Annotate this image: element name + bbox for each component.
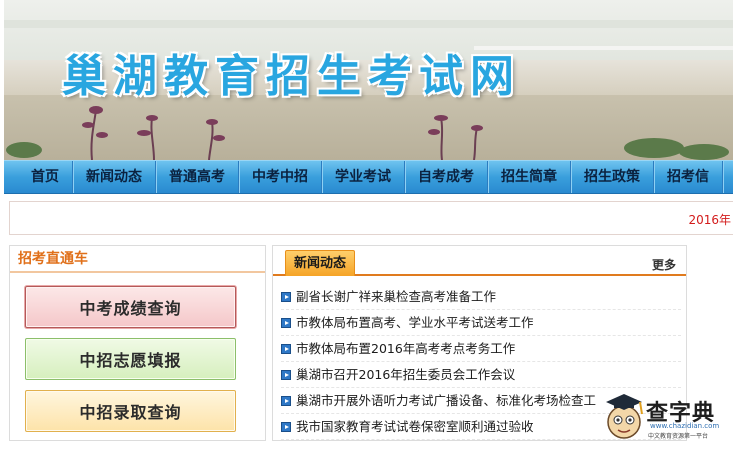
news-item-title[interactable]: 市教体局布置高考、学业水平考试送考工作 (296, 310, 534, 335)
news-more-link[interactable]: 更多 (652, 256, 676, 273)
quick-access-panel: 招考直通车 中考成绩查询 中招志愿填报 中招录取查询 (9, 245, 266, 441)
bullet-icon (281, 317, 291, 328)
notice-marquee: 2016年 (9, 201, 733, 235)
news-header: 新闻动态 更多 (273, 246, 686, 276)
quick-access-title: 招考直通车 (10, 246, 265, 273)
bullet-icon (281, 421, 291, 432)
news-item-title[interactable]: 我市国家教育考试试卷保密室顺利通过验收 (296, 414, 534, 439)
bullet-icon (281, 343, 291, 354)
news-item[interactable]: 巢湖市召开2016年招生委员会工作会议 (281, 362, 681, 388)
admission-query-button[interactable]: 中招录取查询 (25, 390, 236, 432)
score-query-button[interactable]: 中考成绩查询 (25, 286, 236, 328)
news-item[interactable]: 市教体局布置2016年高考考点考务工作 (281, 336, 681, 362)
news-item-title[interactable]: 巢湖市开展外语听力考试广播设备、标准化考场检查工 (296, 388, 596, 413)
nav-item-home[interactable]: 首页 (4, 161, 73, 193)
news-item[interactable]: 市教体局布置高考、学业水平考试送考工作 (281, 310, 681, 336)
nav-item-zhongkao[interactable]: 中考中招 (239, 161, 322, 193)
application-fill-button[interactable]: 中招志愿填报 (25, 338, 236, 380)
bullet-icon (281, 395, 291, 406)
nav-item-gaokao[interactable]: 普通高考 (156, 161, 239, 193)
site-title: 巢湖教育招生考试网 (62, 51, 521, 102)
mascot-icon (606, 394, 643, 439)
news-item-title[interactable]: 市教体局布置2016年高考考点考务工作 (296, 336, 515, 361)
news-tab[interactable]: 新闻动态 (285, 250, 356, 276)
nav-item-exam-info[interactable]: 招考信 (654, 161, 723, 193)
nav-item-self-exam[interactable]: 自考成考 (405, 161, 488, 193)
watermark-logo: 查字典 www.chazidian.com 中文教育资源第一平台 (598, 388, 733, 446)
watermark-url: www.chazidian.com (650, 422, 720, 430)
main-nav: 首页 新闻动态 普通高考 中考中招 学业考试 自考成考 招生简章 招生政策 招考… (4, 160, 733, 194)
watermark-tagline: 中文教育资源第一平台 (648, 433, 709, 440)
bullet-icon (281, 291, 291, 302)
news-item-title[interactable]: 副省长谢广祥来巢检查高考准备工作 (296, 284, 496, 309)
notice-text[interactable]: 2016年 (688, 211, 731, 228)
header-banner: 巢湖教育招生考试网 (4, 0, 733, 160)
nav-item-academic-exam[interactable]: 学业考试 (322, 161, 405, 193)
nav-item-admission-guide[interactable]: 招生简章 (488, 161, 571, 193)
news-item[interactable]: 副省长谢广祥来巢检查高考准备工作 (281, 284, 681, 310)
nav-item-admission-policy[interactable]: 招生政策 (571, 161, 654, 193)
bullet-icon (281, 369, 291, 380)
nav-item-news[interactable]: 新闻动态 (73, 161, 156, 193)
news-item-title[interactable]: 巢湖市召开2016年招生委员会工作会议 (296, 362, 515, 387)
